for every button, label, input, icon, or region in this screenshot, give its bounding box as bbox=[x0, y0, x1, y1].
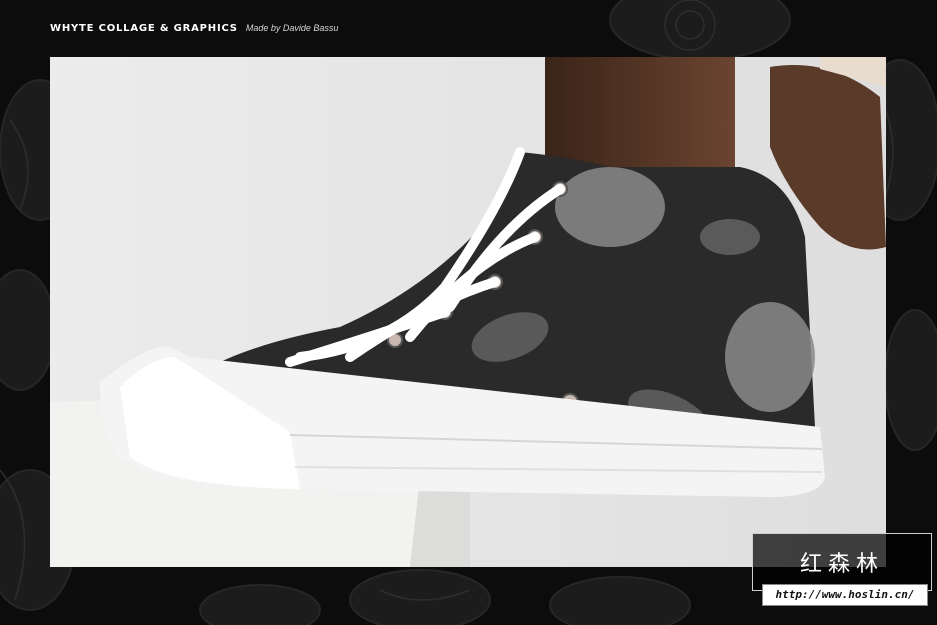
site-watermark: 红森林 http://www.hoslin.cn/ bbox=[752, 533, 932, 611]
brand-title: WHYTE COLLAGE & GRAPHICS bbox=[50, 22, 238, 34]
watermark-chinese-text: 红森林 bbox=[799, 552, 884, 577]
product-photo bbox=[50, 57, 886, 567]
leg bbox=[545, 57, 735, 177]
author-byline: Made by Davide Bassu bbox=[245, 23, 339, 33]
watermark-url: http://www.hoslin.cn/ bbox=[762, 584, 928, 606]
watermark-box: 红森林 bbox=[752, 533, 932, 591]
header: WHYTE COLLAGE & GRAPHICS Made by Davide … bbox=[50, 20, 338, 36]
